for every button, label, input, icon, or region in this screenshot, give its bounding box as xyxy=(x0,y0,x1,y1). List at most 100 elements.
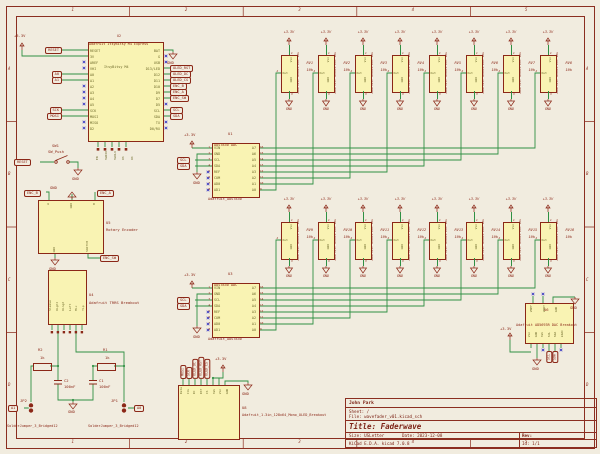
resistor-r2[interactable] xyxy=(33,363,52,371)
wire xyxy=(400,258,401,266)
pin-number: 2 xyxy=(536,69,538,73)
r2-ref[interactable]: R2 xyxy=(38,348,43,352)
gnd-symbol-icon xyxy=(543,99,553,107)
c2-ref[interactable]: C2 xyxy=(64,379,69,383)
fader-potentiometer[interactable]: +3.3V Vin Out GND 1 2 3 GND Adafruit SC6… xyxy=(530,30,567,122)
net-label-enc-b[interactable]: ENC_B xyxy=(24,190,41,198)
net-label-oled-dc[interactable]: OLED_DC xyxy=(192,359,198,379)
wire xyxy=(326,258,327,266)
fader-potentiometer[interactable]: +3.3V Vin Out GND 1 2 3 GND Adafruit SC6… xyxy=(456,30,493,122)
pot-part-label: Adafruit SC6021 Pot 10k xyxy=(445,219,448,261)
gnd-label: GND xyxy=(167,61,174,65)
frame-tick: 3 xyxy=(298,7,300,12)
dac-pin: GND xyxy=(535,330,538,337)
adc2-left-pin-names: VIN GND SCL SDA REF COM AD0 AD1 xyxy=(214,285,220,333)
pot-pin-gnd: GND xyxy=(401,244,404,249)
power-3v3-arrow-icon xyxy=(285,37,293,45)
pot-pin-gnd: GND xyxy=(549,77,552,82)
gnd-label: GND xyxy=(570,306,577,310)
pin-number: 3 xyxy=(291,92,293,96)
pin-number: 2 xyxy=(388,69,390,73)
fader-potentiometer[interactable]: +3.3V Vin Out GND 1 2 3 GND Adafruit SC6… xyxy=(419,30,456,122)
net-label-enc-a[interactable]: ENC_A xyxy=(97,190,114,198)
power-3v3-label: +3.3V xyxy=(308,197,345,201)
divider xyxy=(346,407,596,408)
net-label-sda[interactable]: SDA xyxy=(177,303,190,311)
gnd-label: GND xyxy=(308,274,345,278)
fader-potentiometer[interactable]: +3.3V Vin Out GND 1 2 3 GND Adafruit SC6… xyxy=(530,197,567,289)
dac-pin: SCL xyxy=(548,330,551,337)
net-label-sda[interactable]: SDA xyxy=(552,351,558,363)
divider xyxy=(519,432,520,448)
power-3v3-arrow-icon xyxy=(322,204,330,212)
pot-pin-out: Out xyxy=(357,71,362,75)
trrs-pin: Sleeve xyxy=(49,300,52,311)
fader-potentiometer[interactable]: +3.3V Vin Out GND 1 2 3 GND Adafruit SC6… xyxy=(382,30,419,122)
power-3v3-arrow-icon xyxy=(507,37,515,45)
frame-column-labels-top: 12345 xyxy=(16,7,583,12)
gnd-symbol-icon xyxy=(321,99,331,107)
adc1-right-pin-names: A7 A6 A5 A4 A3 A2 A1 A0 xyxy=(234,145,256,193)
resistor-r1[interactable] xyxy=(97,363,116,371)
gnd-label: GND xyxy=(456,107,493,111)
net-label-oled-cs[interactable]: OLED_CS xyxy=(204,359,210,379)
pin-number: 3 xyxy=(402,92,404,96)
power-3v3-arrow-icon xyxy=(470,204,478,212)
mcu-bottom-pin: D3 xyxy=(122,151,125,160)
net-label-a1[interactable]: A1 xyxy=(52,77,62,85)
pot-part-label: Adafruit SC6021 Pot 10k xyxy=(556,219,559,261)
r1-ref[interactable]: R1 xyxy=(103,348,108,352)
net-label-reset[interactable]: RESET xyxy=(45,47,62,55)
net-label-sda[interactable]: SDA xyxy=(177,163,190,171)
pot-pin-vin: Vin xyxy=(364,57,367,62)
sw1-ref[interactable]: SW1 xyxy=(52,144,59,148)
net-label-a0[interactable]: A0 xyxy=(134,405,144,413)
fader-potentiometer[interactable]: +3.3V Vin Out GND 1 2 3 GND Adafruit SC6… xyxy=(493,197,530,289)
pot-pin-out: Out xyxy=(283,71,288,75)
wire xyxy=(363,91,364,99)
net-label-reset-sw[interactable]: RESET xyxy=(14,159,31,167)
net-label-mosi[interactable]: MOSI xyxy=(180,365,186,379)
net-label-mosi[interactable]: MOSI xyxy=(47,113,62,121)
fader-potentiometer[interactable]: +3.3V Vin Out GND 1 2 3 GND Adafruit SC6… xyxy=(382,197,419,289)
net-label-sda[interactable]: SDA xyxy=(170,113,183,121)
gnd-label: GND xyxy=(193,335,200,339)
fader-potentiometer[interactable]: +3.3V Vin Out GND 1 2 3 GND Adafruit SC6… xyxy=(308,30,345,122)
pot-pin-out: Out xyxy=(394,238,399,242)
fader-potentiometer[interactable]: +3.3V Vin Out GND 1 2 3 GND Adafruit SC6… xyxy=(456,197,493,289)
pot-pin-gnd: GND xyxy=(512,244,515,249)
net-label-enc-sw[interactable]: ENC_SW xyxy=(100,255,119,263)
power-3v3-label: +3.3V xyxy=(345,30,382,34)
net-label-enc-sw[interactable]: ENC_SW xyxy=(170,95,189,103)
pot-pin-gnd: GND xyxy=(364,244,367,249)
fader-potentiometer[interactable]: +3.3V Vin Out GND 1 2 3 GND Adafruit SC6… xyxy=(271,30,308,122)
fader-potentiometer[interactable]: +3.3V Vin Out GND 1 2 3 GND Adafruit SC6… xyxy=(345,30,382,122)
gnd-symbol-icon xyxy=(506,266,516,274)
net-label-a1[interactable]: A1 xyxy=(8,405,18,413)
fader-potentiometer[interactable]: +3.3V Vin Out GND 1 2 3 GND Adafruit SC6… xyxy=(271,197,308,289)
pot-pin-gnd: GND xyxy=(475,244,478,249)
trrs-body[interactable] xyxy=(48,270,87,325)
fader-potentiometer[interactable]: +3.3V Vin Out GND 1 2 3 GND Adafruit SC6… xyxy=(308,197,345,289)
gnd-label: GND xyxy=(308,107,345,111)
jp2-ref[interactable]: JP2 xyxy=(20,399,27,403)
fader-potentiometer[interactable]: +3.3V Vin Out GND 1 2 3 GND Adafruit SC6… xyxy=(345,197,382,289)
gnd-symbol-icon xyxy=(432,99,442,107)
pin-number: 1 xyxy=(402,51,404,55)
fader-potentiometer[interactable]: +3.3V Vin Out GND 1 2 3 GND Adafruit SC6… xyxy=(419,197,456,289)
power-3v3-label: +3.3V xyxy=(184,133,195,137)
encoder-value: Rotary Encoder xyxy=(106,228,138,232)
pin-number: 1 xyxy=(328,218,330,222)
c1-value: 100nF xyxy=(99,385,110,389)
gnd-label: GND xyxy=(271,274,308,278)
jp1-ref[interactable]: JP1 xyxy=(111,399,118,403)
oled-pin: CS xyxy=(206,387,209,394)
power-3v3-arrow-icon xyxy=(396,204,404,212)
fader-potentiometer[interactable]: +3.3V Vin Out GND 1 2 3 GND Adafruit SC6… xyxy=(493,30,530,122)
frame-tick: A xyxy=(8,66,10,71)
c1-ref[interactable]: C1 xyxy=(99,379,104,383)
net-label-sck[interactable]: SCK xyxy=(186,367,192,379)
pin-number: 3 xyxy=(550,92,552,96)
net-label-oled-rst[interactable]: OLED_RST xyxy=(198,357,204,379)
wire xyxy=(437,45,438,55)
